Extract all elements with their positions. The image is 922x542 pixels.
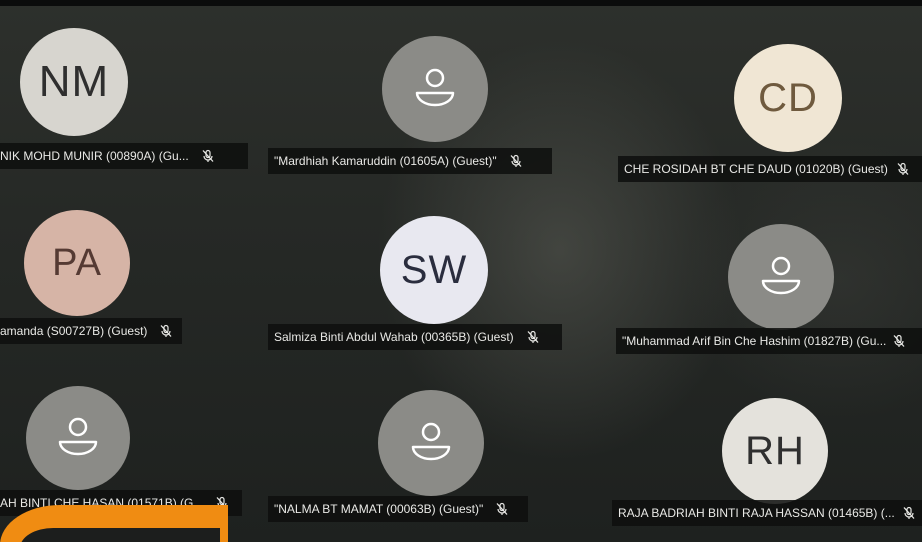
- participant-name-plate: NIK MOHD MUNIR (00890A) (Gu...: [0, 143, 248, 169]
- person-icon: [415, 68, 455, 107]
- mic-muted-icon: [159, 324, 173, 338]
- mic-muted-icon: [509, 154, 523, 168]
- mic-muted-icon: [495, 502, 509, 516]
- participant-avatar: NM: [20, 28, 128, 136]
- mic-muted-icon: [896, 162, 910, 176]
- person-icon: [761, 256, 801, 295]
- participant-name: "Muhammad Arif Bin Che Hashim (01827B) (…: [622, 334, 887, 348]
- participant-name-plate: CHE ROSIDAH BT CHE DAUD (01020B) (Guest): [618, 156, 922, 182]
- mic-muted-icon: [526, 330, 540, 344]
- participant-name-plate: "Muhammad Arif Bin Che Hashim (01827B) (…: [616, 328, 922, 354]
- participant-avatar: SW: [380, 216, 488, 324]
- person-icon: [58, 417, 98, 456]
- participant-avatar: [378, 390, 484, 496]
- participant-avatar: [382, 36, 488, 142]
- participant-name: amanda (S00727B) (Guest): [0, 324, 148, 338]
- meeting-gallery-view: NM NIK MOHD MUNIR (00890A) (Gu... "Mardh…: [0, 0, 922, 542]
- mic-muted-icon: [902, 506, 916, 520]
- window-top-bar: [0, 0, 922, 6]
- participant-name: Salmiza Binti Abdul Wahab (00365B) (Gues…: [274, 330, 514, 344]
- participant-avatar: PA: [24, 210, 130, 316]
- participant-name: RAJA BADRIAH BINTI RAJA HASSAN (01465B) …: [618, 506, 894, 520]
- mic-muted-icon: [892, 334, 906, 348]
- participant-name-plate: Salmiza Binti Abdul Wahab (00365B) (Gues…: [268, 324, 562, 350]
- participant-name-plate: "Mardhiah Kamaruddin (01605A) (Guest)": [268, 148, 552, 174]
- participant-name: NIK MOHD MUNIR (00890A) (Gu...: [0, 149, 189, 163]
- participant-name: CHE ROSIDAH BT CHE DAUD (01020B) (Guest): [624, 162, 888, 176]
- participant-avatar: [26, 386, 130, 490]
- participant-name-plate: RAJA BADRIAH BINTI RAJA HASSAN (01465B) …: [612, 500, 922, 526]
- participant-avatar: CD: [734, 44, 842, 152]
- participant-avatar: RH: [722, 398, 828, 504]
- participant-name: "Mardhiah Kamaruddin (01605A) (Guest)": [274, 154, 497, 168]
- mic-muted-icon: [201, 149, 215, 163]
- person-icon: [411, 422, 451, 461]
- participant-name: "NALMA BT MAMAT (00063B) (Guest)": [274, 502, 484, 516]
- participant-name-plate: amanda (S00727B) (Guest): [0, 318, 182, 344]
- orange-overlay-inner: [20, 528, 220, 542]
- participant-avatar: [728, 224, 834, 330]
- participant-name-plate: "NALMA BT MAMAT (00063B) (Guest)": [268, 496, 528, 522]
